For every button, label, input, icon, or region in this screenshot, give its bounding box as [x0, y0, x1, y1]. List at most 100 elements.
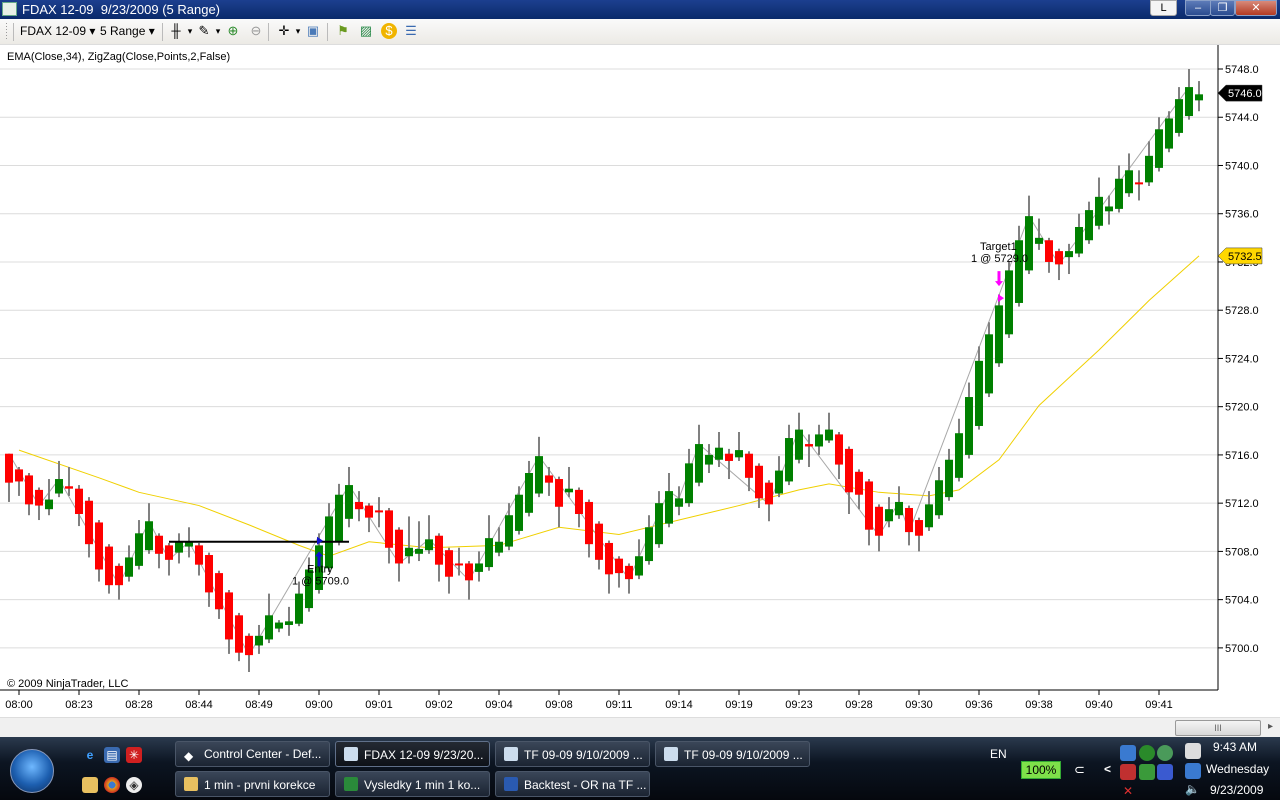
toolbar-grip[interactable]	[6, 23, 7, 41]
candle-body	[1085, 210, 1093, 241]
candle	[925, 491, 933, 531]
candle-body	[1065, 251, 1073, 258]
tray-app-icon[interactable]	[1157, 764, 1173, 780]
chrome-icon[interactable]	[104, 777, 120, 793]
price-chart[interactable]: 5748.05744.05740.05736.05732.05728.05724…	[0, 45, 1280, 717]
scroll-right-arrow-icon[interactable]: ▸	[1268, 721, 1273, 732]
task-label: 1 min - prvni korekce	[204, 778, 316, 792]
candle	[425, 515, 433, 554]
maximize-button[interactable]: ❐	[1210, 0, 1235, 16]
candle	[955, 418, 963, 482]
link-button[interactable]: L	[1150, 0, 1177, 16]
candle-body	[55, 479, 63, 494]
x-tick-label: 09:08	[545, 699, 573, 711]
zoom-in-icon[interactable]: ⊕	[225, 23, 241, 39]
candle	[1155, 117, 1163, 172]
indicators-icon[interactable]: ▨	[358, 23, 374, 39]
candle-body	[755, 465, 763, 499]
clock-time[interactable]: 9:43 AM	[1213, 740, 1257, 754]
tray-signal-icon[interactable]	[1120, 764, 1136, 780]
candle-body	[695, 444, 703, 483]
candle-body	[505, 515, 513, 547]
minimize-button[interactable]: –	[1185, 0, 1211, 16]
ie-icon[interactable]: e	[82, 747, 98, 763]
volume-icon[interactable]: 🔈	[1185, 782, 1200, 796]
task-folder[interactable]: 1 min - prvni korekce	[175, 771, 330, 797]
candle	[275, 620, 283, 633]
candle	[1125, 153, 1133, 197]
candle-body	[335, 494, 343, 542]
candle-body	[85, 500, 93, 545]
candle	[645, 515, 653, 565]
x-tick-label: 08:44	[185, 699, 213, 711]
candle-body	[1195, 94, 1203, 101]
show-desktop-icon[interactable]: ▤	[104, 747, 120, 763]
candle-body	[225, 592, 233, 640]
task-control-center[interactable]: ◆ Control Center - Def...	[175, 741, 330, 767]
strategies-icon[interactable]: ⚑	[335, 23, 351, 39]
app2-icon[interactable]: ◈	[126, 777, 142, 793]
language-indicator[interactable]: EN	[990, 747, 1007, 761]
task-excel[interactable]: Vysledky 1 min 1 ko...	[335, 771, 490, 797]
last-price-label: 5746.0	[1228, 88, 1262, 100]
scrollbar-thumb[interactable]: III	[1175, 720, 1261, 736]
candle	[465, 561, 473, 600]
task-word[interactable]: Backtest - OR na TF ...	[495, 771, 650, 797]
instrument-selector[interactable]: FDAX 12-09 ▾	[20, 24, 95, 38]
battery-indicator[interactable]: 100%	[1021, 761, 1061, 779]
target-triangle-icon	[998, 294, 1004, 303]
horizontal-scrollbar[interactable]: III ▸	[0, 717, 1280, 737]
candle-body	[1165, 118, 1173, 149]
ninjatrader-icon: ◆	[184, 749, 194, 763]
candle	[5, 453, 13, 502]
candle	[435, 533, 443, 582]
chevron-down-icon[interactable]: ▾	[290, 23, 306, 39]
x-tick-label: 09:38	[1025, 699, 1053, 711]
tray-power-icon[interactable]	[1185, 743, 1201, 759]
tray-alert-icon[interactable]: ✕	[1120, 783, 1136, 799]
tray-tool-icon[interactable]	[1120, 745, 1136, 761]
candle-body	[355, 501, 363, 510]
start-button[interactable]	[10, 749, 54, 793]
candle-body	[745, 453, 753, 478]
period-selector[interactable]: 5 Range ▾	[100, 24, 155, 38]
candle	[845, 446, 853, 515]
candle	[1055, 248, 1063, 281]
tray-flag-icon[interactable]	[1139, 764, 1155, 780]
power-plug-icon[interactable]: ⊂	[1074, 762, 1085, 778]
chart-app-icon	[2, 2, 17, 16]
clock-day[interactable]: Wednesday	[1206, 762, 1269, 776]
properties-icon[interactable]: ▣	[305, 23, 321, 39]
chevron-down-icon[interactable]: ▾	[210, 23, 226, 39]
zoom-out-icon[interactable]: ⊖	[248, 23, 264, 39]
candle-body	[575, 489, 583, 515]
tray-network-icon[interactable]	[1157, 745, 1173, 761]
chart-icon	[664, 747, 678, 761]
app-icon[interactable]: ✳	[126, 747, 142, 763]
task-tf-chart-2[interactable]: TF 09-09 9/10/2009 ...	[655, 741, 810, 767]
tray-eye-icon[interactable]	[1139, 745, 1155, 761]
data-box-icon[interactable]: ☰	[403, 23, 419, 39]
candle-body	[125, 557, 133, 577]
tray-expand-button[interactable]: <	[1104, 762, 1111, 776]
y-tick-label: 5728.0	[1225, 305, 1259, 317]
candle-body	[255, 635, 263, 646]
task-tf-chart-1[interactable]: TF 09-09 9/10/2009 ...	[495, 741, 650, 767]
close-button[interactable]: ✕	[1235, 0, 1277, 16]
candle	[375, 497, 383, 528]
candle	[45, 479, 53, 516]
candle	[635, 539, 643, 580]
title-bar[interactable]: FDAX 12-09 9/23/2009 (5 Range) L – ❐ ✕	[0, 0, 1280, 19]
candle	[1015, 225, 1023, 307]
y-tick-label: 5716.0	[1225, 450, 1259, 462]
tray-connection-icon[interactable]	[1185, 763, 1201, 779]
candle-body	[945, 459, 953, 498]
candle-body	[995, 305, 1003, 364]
folder-icon[interactable]	[82, 777, 98, 793]
candle-body	[135, 533, 143, 566]
task-fdax-chart[interactable]: FDAX 12-09 9/23/20...	[335, 741, 490, 767]
x-tick-label: 08:28	[125, 699, 153, 711]
clock-date[interactable]: 9/23/2009	[1210, 783, 1263, 797]
chart-trader-icon[interactable]: $	[381, 23, 397, 39]
candle-body	[1145, 155, 1153, 183]
